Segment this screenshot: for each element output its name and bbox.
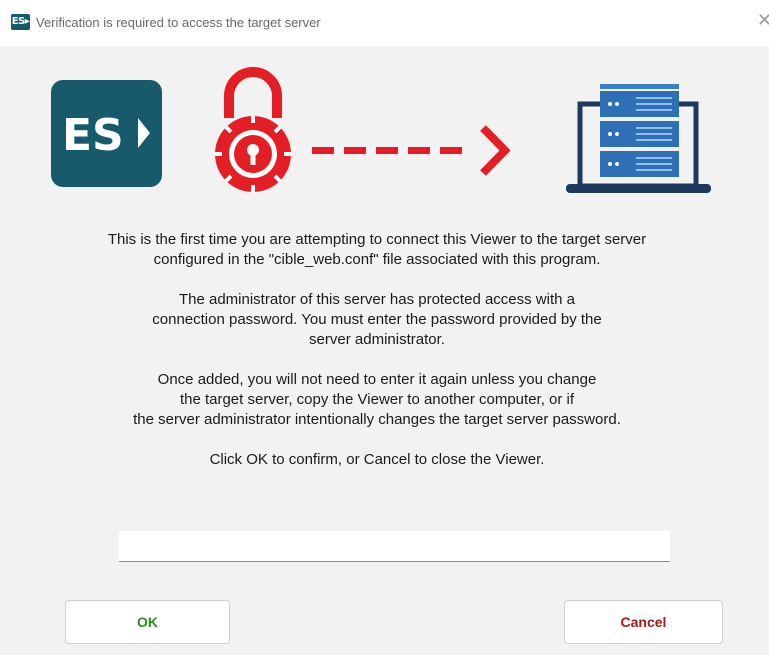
window-title: Verification is required to access the t…: [36, 15, 321, 30]
message-line: Once added, you will not need to enter i…: [157, 371, 597, 388]
dashed-arrow-icon: [312, 125, 511, 176]
message-text: This is the first time you are attemptin…: [0, 230, 754, 470]
message-line: This is the first time you are attemptin…: [107, 231, 647, 248]
illustration: ES: [51, 67, 711, 193]
message-line: server administrator.: [309, 331, 445, 348]
title-bar: ES▸ Verification is required to access t…: [0, 0, 769, 46]
padlock-icon: [215, 67, 291, 192]
message-line: the target server, copy the Viewer to an…: [179, 391, 575, 408]
message-line: the server administrator intentionally c…: [133, 411, 621, 428]
message-line: connection password. You must enter the …: [152, 311, 602, 328]
close-icon[interactable]: ✕: [757, 11, 769, 29]
verification-dialog: ES▸ Verification is required to access t…: [0, 0, 769, 655]
password-input[interactable]: [119, 531, 670, 562]
es-logo-text: ES: [62, 110, 124, 161]
message-line: Click OK to confirm, or Cancel to close …: [209, 451, 545, 468]
cancel-button[interactable]: Cancel: [564, 600, 723, 644]
ok-button[interactable]: OK: [65, 600, 230, 644]
app-logo-icon: ES▸: [11, 14, 30, 30]
message-line: configured in the "cible_web.conf" file …: [153, 251, 601, 268]
es-logo-icon: ES: [51, 80, 162, 187]
server-laptop-icon: [566, 84, 711, 193]
message-line: The administrator of this server has pro…: [178, 291, 575, 308]
